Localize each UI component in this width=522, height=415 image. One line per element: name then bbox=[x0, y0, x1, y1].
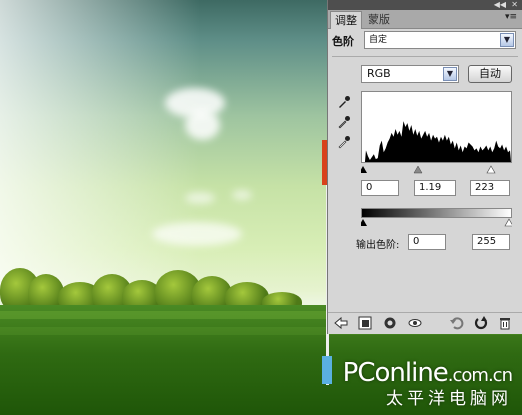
midtone-handle[interactable] bbox=[413, 165, 423, 174]
clip-to-layer-icon[interactable] bbox=[358, 316, 372, 330]
back-arrow-icon[interactable] bbox=[334, 316, 348, 330]
divider bbox=[332, 56, 518, 57]
white-point-handle[interactable] bbox=[486, 165, 496, 174]
gray-eyedropper-icon[interactable] bbox=[336, 114, 352, 130]
pin-base bbox=[322, 356, 332, 384]
output-black-handle[interactable] bbox=[361, 219, 367, 226]
dropdown-arrow-icon[interactable]: ▼ bbox=[500, 33, 514, 47]
reset-icon[interactable] bbox=[474, 316, 488, 330]
watermark-domain: .com.cn bbox=[447, 365, 513, 386]
input-levels-slider[interactable] bbox=[361, 165, 512, 174]
tab-adjustments[interactable]: 调整 bbox=[330, 11, 362, 29]
trash-icon[interactable] bbox=[498, 316, 512, 330]
panel-menu-icon[interactable]: ▾≡ bbox=[505, 12, 517, 22]
output-gradient bbox=[361, 208, 512, 218]
close-icon[interactable]: ✕ bbox=[511, 0, 518, 10]
preset-dropdown[interactable]: 自定 ▼ bbox=[364, 31, 516, 49]
cloud bbox=[185, 110, 220, 140]
input-gamma-field[interactable]: 1.19 bbox=[414, 180, 456, 196]
output-white-field[interactable]: 255 bbox=[472, 234, 510, 250]
cloud bbox=[185, 192, 215, 204]
dropdown-arrow-icon[interactable]: ▼ bbox=[443, 67, 457, 81]
output-black-field[interactable]: 0 bbox=[408, 234, 446, 250]
adjustment-type-label: 色阶 bbox=[332, 35, 354, 48]
layer-visibility-icon[interactable] bbox=[383, 316, 397, 330]
eye-icon[interactable] bbox=[408, 316, 422, 330]
watermark: PConline.com.cn 太平洋电脑网 bbox=[343, 358, 513, 409]
black-point-handle[interactable] bbox=[361, 166, 367, 173]
sky-haze bbox=[0, 0, 200, 300]
channel-value: RGB bbox=[367, 67, 391, 80]
panel-tabs: 调整 蒙版 ▾≡ bbox=[328, 10, 522, 29]
black-eyedropper-icon[interactable] bbox=[336, 94, 352, 110]
white-eyedropper-icon[interactable] bbox=[336, 134, 352, 150]
output-levels-label: 输出色阶: bbox=[356, 240, 400, 251]
tab-masks[interactable]: 蒙版 bbox=[364, 11, 394, 28]
cloud bbox=[232, 190, 252, 200]
auto-button[interactable]: 自动 bbox=[468, 65, 512, 83]
input-black-field[interactable]: 0 bbox=[361, 180, 399, 196]
panel-titlebar[interactable]: ◀◀ ✕ bbox=[328, 0, 522, 10]
adjustments-panel: ◀◀ ✕ 调整 蒙版 ▾≡ 色阶 自定 ▼ RGB ▼ 自动 0 1.19 22… bbox=[327, 0, 522, 334]
histogram bbox=[361, 91, 512, 163]
output-levels-slider[interactable] bbox=[361, 218, 512, 227]
input-white-field[interactable]: 223 bbox=[470, 180, 510, 196]
previous-state-icon[interactable] bbox=[450, 316, 464, 330]
channel-dropdown[interactable]: RGB ▼ bbox=[361, 65, 459, 83]
collapse-icon[interactable]: ◀◀ bbox=[494, 0, 506, 10]
output-white-handle[interactable] bbox=[504, 218, 512, 227]
preset-value: 自定 bbox=[369, 35, 388, 45]
panel-bottom-toolbar bbox=[328, 312, 522, 334]
cloud bbox=[152, 222, 242, 246]
